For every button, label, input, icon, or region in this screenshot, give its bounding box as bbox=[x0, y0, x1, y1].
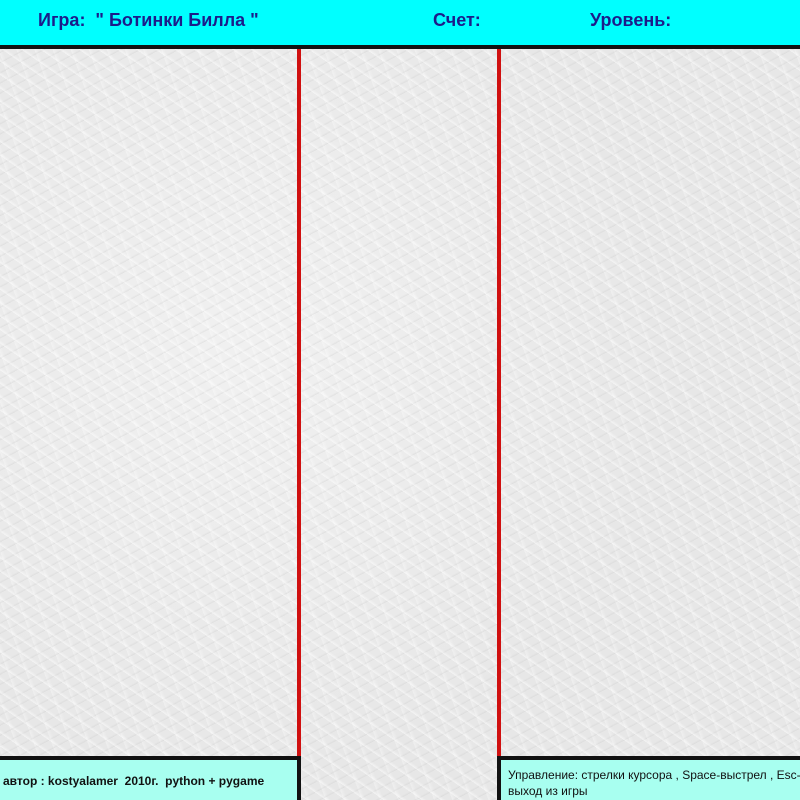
game-title: Игра: " Ботинки Билла " bbox=[38, 10, 259, 30]
score-label: Счет: bbox=[433, 10, 481, 30]
play-field bbox=[0, 49, 800, 800]
controls-box: Управление: стрелки курсора , Space-выст… bbox=[497, 756, 800, 800]
top-hud-bar: Игра: " Ботинки Билла " Счет: Уровень: bbox=[0, 0, 800, 45]
lane-line-right bbox=[497, 49, 501, 758]
level-label: Уровень: bbox=[590, 10, 672, 30]
game-window: Игра: " Ботинки Билла " Счет: Уровень: а… bbox=[0, 0, 800, 800]
controls-help-text: Управление: стрелки курсора , Space-выст… bbox=[508, 768, 800, 798]
lane-line-left bbox=[297, 49, 301, 758]
credits-box: автор : kostyalamer 2010г. python + pyga… bbox=[0, 756, 301, 800]
credits-text: автор : kostyalamer 2010г. python + pyga… bbox=[3, 774, 265, 788]
